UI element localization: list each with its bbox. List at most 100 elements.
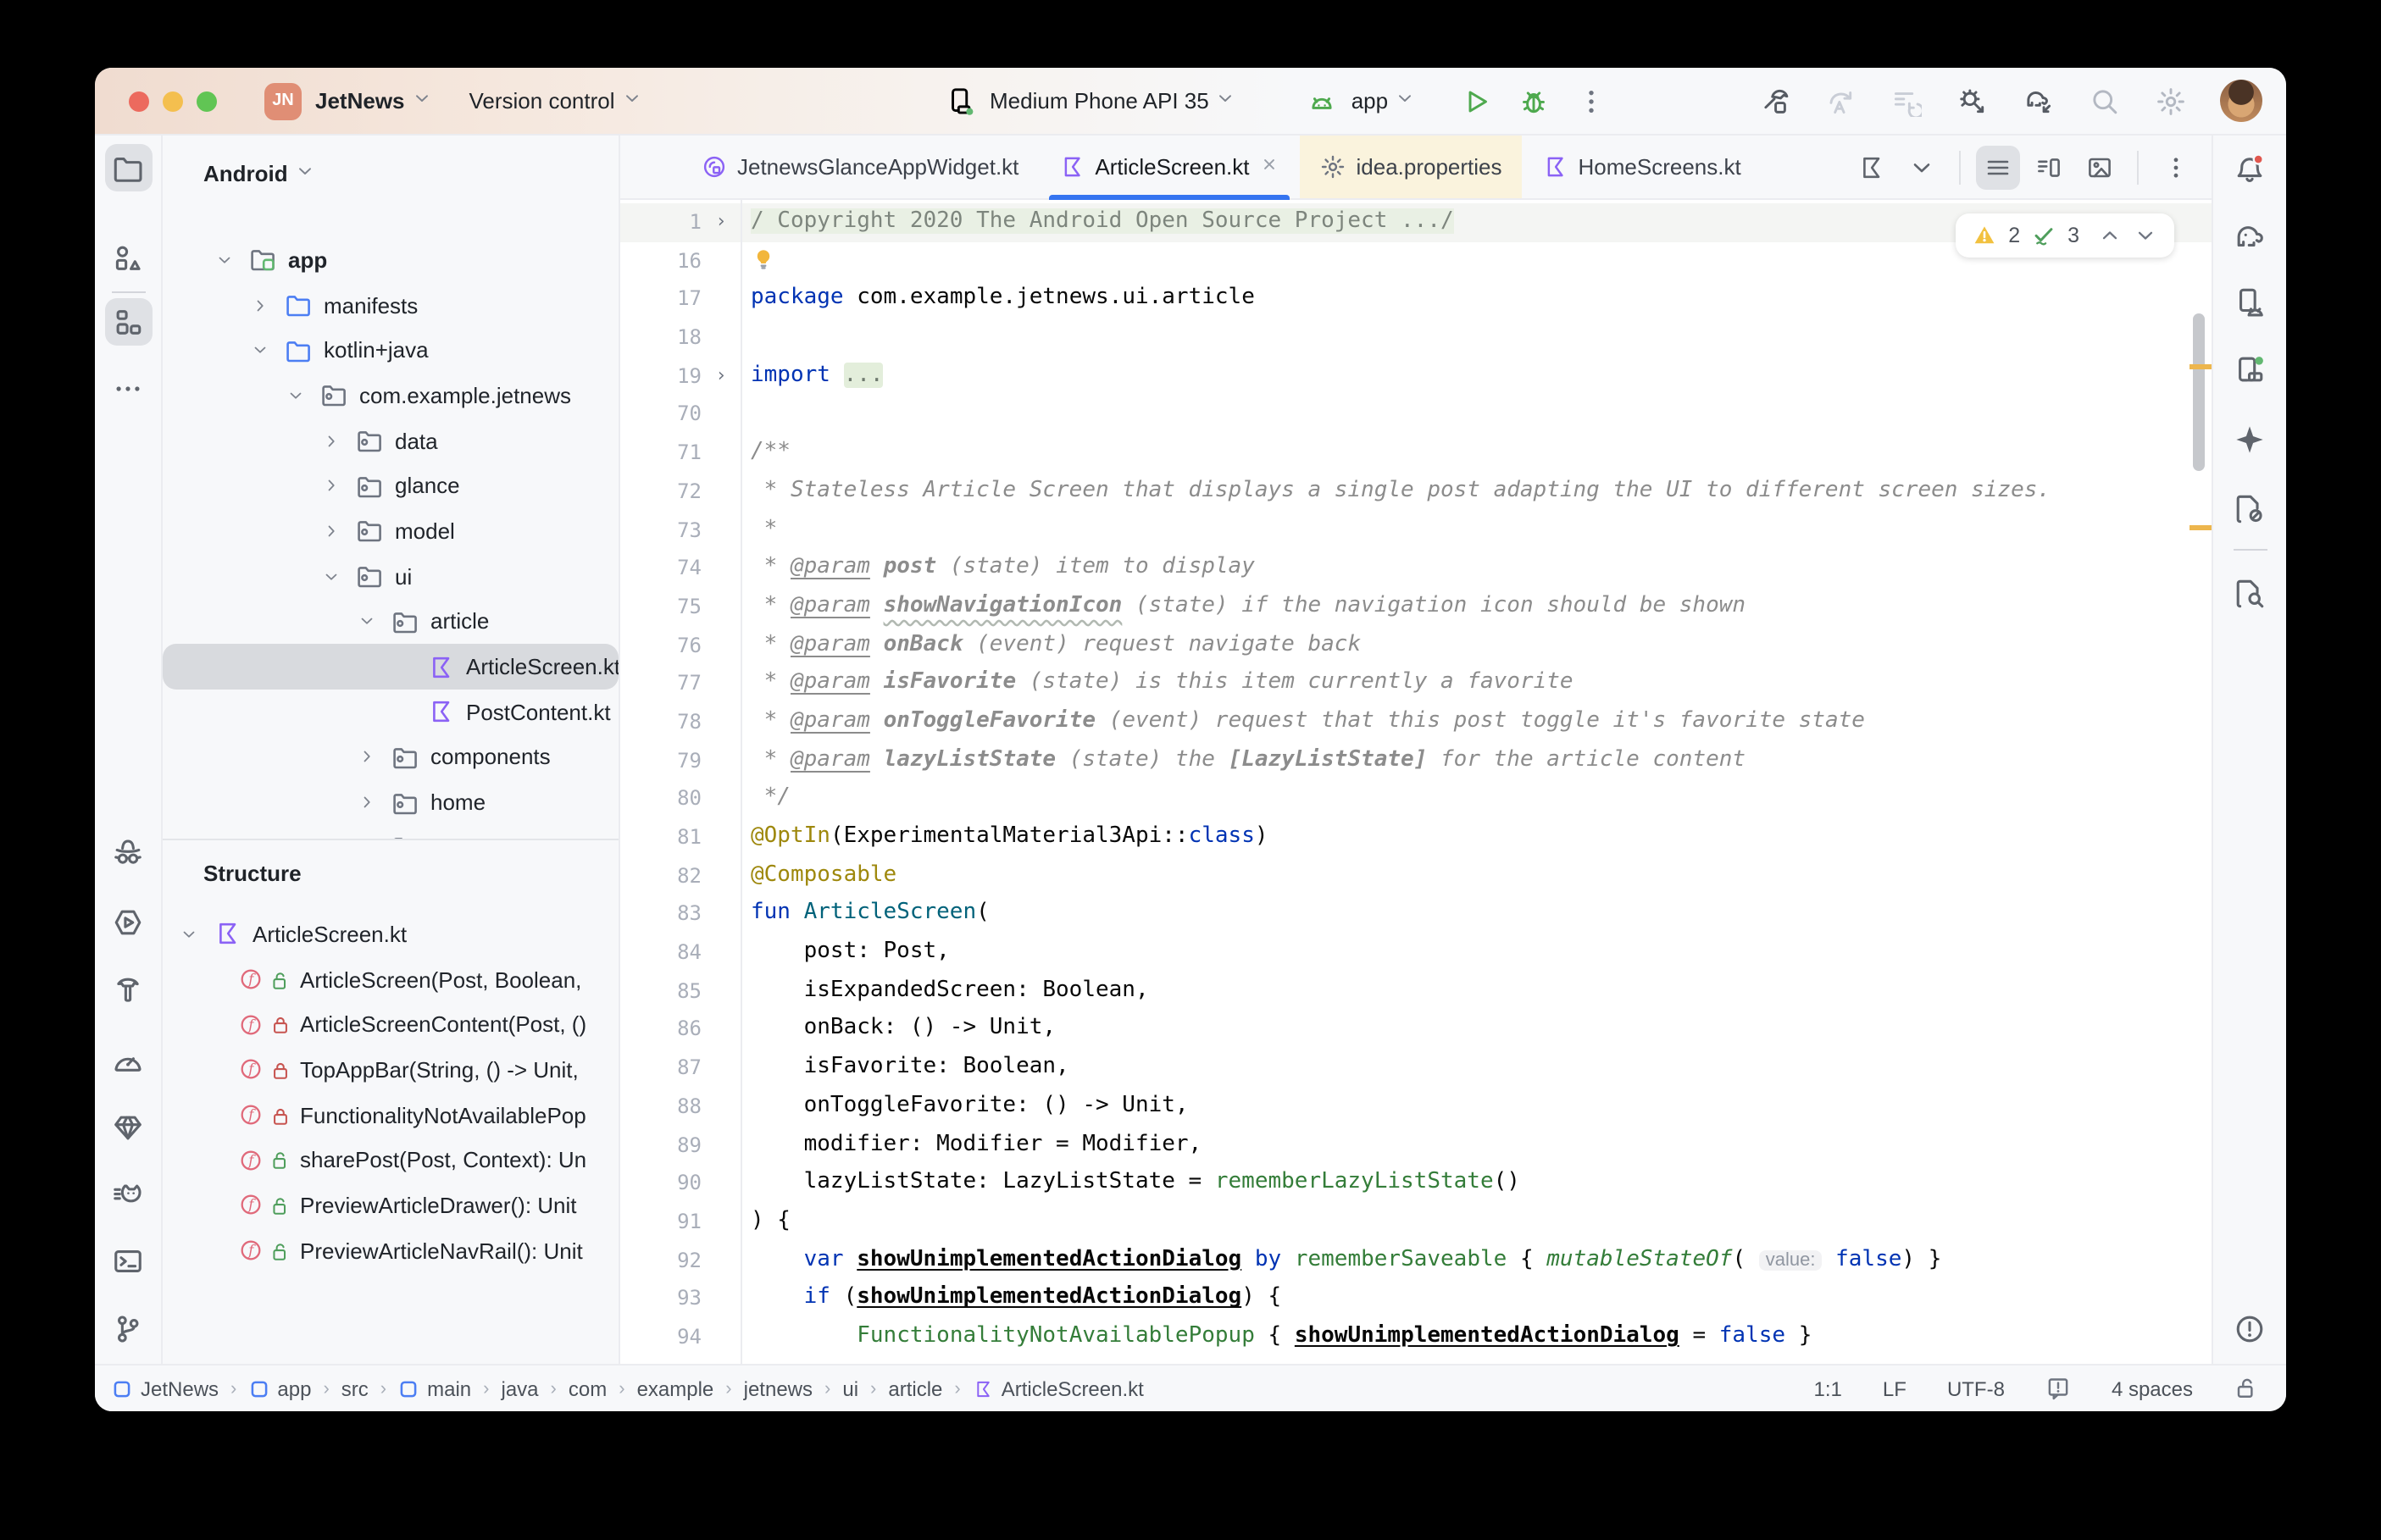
resource-manager-icon[interactable] — [104, 234, 152, 281]
build-hammer-icon[interactable] — [1751, 77, 1798, 125]
breadcrumb-item-main[interactable]: main — [398, 1377, 471, 1400]
line-number[interactable]: 85 — [620, 972, 702, 1011]
prev-problem-icon[interactable] — [2098, 224, 2122, 247]
editor-list-view-icon[interactable] — [1976, 145, 2020, 189]
code-line-73[interactable]: 73 * — [620, 511, 2212, 549]
preview-icon[interactable] — [2078, 145, 2122, 189]
code-line-72[interactable]: 72 * Stateless Article Screen that displ… — [620, 473, 2212, 511]
code-line-95[interactable]: 95 } — [620, 1356, 2212, 1364]
declarative-gradle-icon[interactable] — [2226, 485, 2273, 532]
notifications-icon[interactable] — [2226, 144, 2273, 191]
code-line-74[interactable]: 74 * @param post (state) item to display — [620, 549, 2212, 587]
code-line-84[interactable]: 84 post: Post, — [620, 933, 2212, 972]
code-line-93[interactable]: 93 if (showUnimplementedActionDialog) { — [620, 1280, 2212, 1318]
breadcrumb-item-app[interactable]: app — [248, 1377, 311, 1400]
more-tool-windows-icon[interactable] — [104, 364, 152, 412]
vcs-widget[interactable]: Version control — [469, 88, 642, 114]
zoom-window-button[interactable] — [197, 91, 217, 111]
search-icon[interactable] — [2081, 77, 2128, 125]
code-line-75[interactable]: 75 * @param showNavigationIcon (state) i… — [620, 588, 2212, 626]
code-line-71[interactable]: 71/** — [620, 434, 2212, 472]
line-number[interactable]: 88 — [620, 1088, 702, 1126]
structure-file-articlescreen-kt[interactable]: ArticleScreen.kt — [163, 911, 619, 956]
tree-item-kotlin-java[interactable]: kotlin+java — [163, 328, 619, 373]
caret-position[interactable]: 1:1 — [1814, 1377, 1842, 1400]
code-line-77[interactable]: 77 * @param isFavorite (state) is this i… — [620, 665, 2212, 703]
running-devices-icon[interactable] — [2226, 346, 2273, 393]
code-line-86[interactable]: 86 onBack: () -> Unit, — [620, 1011, 2212, 1049]
line-number[interactable]: 75 — [620, 588, 702, 626]
line-number[interactable]: 19 — [620, 357, 702, 396]
tree-item-partial[interactable] — [163, 825, 619, 839]
code-line-87[interactable]: 87 isFavorite: Boolean, — [620, 1049, 2212, 1087]
problems-icon[interactable] — [2226, 1305, 2273, 1352]
tab-idea-properties[interactable]: idea.properties — [1301, 136, 1523, 198]
line-number[interactable]: 80 — [620, 780, 702, 818]
line-number[interactable]: 74 — [620, 549, 702, 587]
app-inspection-icon[interactable] — [104, 828, 152, 876]
close-icon[interactable] — [1260, 154, 1280, 180]
editor-scrollbar[interactable] — [2193, 313, 2205, 471]
line-number[interactable]: 84 — [620, 933, 702, 972]
tree-item-components[interactable]: components — [163, 734, 619, 779]
redo-actions-icon[interactable] — [1817, 77, 1864, 125]
code-line-92[interactable]: 92 var showUnimplementedActionDialog by … — [620, 1241, 2212, 1279]
tab-homescreens-kt[interactable]: HomeScreens.kt — [1523, 136, 1762, 198]
device-manager-icon[interactable] — [2226, 278, 2273, 325]
find-in-file-icon[interactable] — [2226, 569, 2273, 617]
code-line-90[interactable]: 90 lazyListState: LazyListState = rememb… — [620, 1164, 2212, 1202]
code-line-76[interactable]: 76 * @param onBack (event) request navig… — [620, 626, 2212, 664]
next-problem-icon[interactable] — [2134, 224, 2157, 247]
structure-item-previewarticledrawer[interactable]: fPreviewArticleDrawer(): Unit — [163, 1183, 619, 1227]
line-number[interactable]: 87 — [620, 1049, 702, 1087]
breadcrumb-item-article[interactable]: article — [888, 1377, 942, 1400]
line-number[interactable]: 76 — [620, 626, 702, 664]
indent-setting[interactable]: 4 spaces — [2112, 1377, 2193, 1400]
avatar[interactable] — [2220, 80, 2262, 122]
tree-item-glance[interactable]: glance — [163, 463, 619, 508]
code-line-19[interactable]: 19›import ... — [620, 357, 2212, 396]
project-view-selector[interactable]: Android — [163, 136, 619, 210]
tree-item-app[interactable]: app — [163, 237, 619, 282]
code-line-18[interactable]: 18 — [620, 319, 2212, 357]
breadcrumb-item-com[interactable]: com — [569, 1377, 607, 1400]
tree-item-home[interactable]: home — [163, 780, 619, 825]
line-number[interactable]: 79 — [620, 741, 702, 779]
code-line-89[interactable]: 89 modifier: Modifier = Modifier, — [620, 1126, 2212, 1164]
close-window-button[interactable] — [129, 91, 149, 111]
structure-item-topappbar[interactable]: fTopAppBar(String, () -> Unit, — [163, 1047, 619, 1092]
version-control-tool-icon[interactable] — [104, 1305, 152, 1352]
restore-actions-icon[interactable] — [1883, 77, 1930, 125]
code-line-78[interactable]: 78 * @param onToggleFavorite (event) req… — [620, 703, 2212, 741]
breadcrumb-item-jetnews[interactable]: jetnews — [744, 1377, 813, 1400]
line-number[interactable]: 70 — [620, 396, 702, 434]
line-number[interactable]: 89 — [620, 1126, 702, 1164]
fold-marker-icon[interactable]: › — [702, 203, 741, 241]
structure-item-previewarticlenavrail[interactable]: fPreviewArticleNavRail(): Unit — [163, 1228, 619, 1273]
structure-item-articlescreencontent[interactable]: fArticleScreenContent(Post, () — [163, 1002, 619, 1047]
breadcrumb-item-src[interactable]: src — [341, 1377, 369, 1400]
tab-jetnewsglanceappwidget-kt[interactable]: JetnewsGlanceAppWidget.kt — [681, 136, 1039, 198]
structure-item-sharepost[interactable]: fsharePost(Post, Context): Un — [163, 1138, 619, 1183]
run-button[interactable] — [1452, 77, 1500, 125]
device-selector[interactable]: Medium Phone API 35 — [990, 88, 1236, 114]
file-writable-icon[interactable] — [2234, 1376, 2259, 1401]
line-number[interactable]: 77 — [620, 665, 702, 703]
tree-item-manifests[interactable]: manifests — [163, 282, 619, 327]
code-line-85[interactable]: 85 isExpandedScreen: Boolean, — [620, 972, 2212, 1011]
tree-item-articlescreen-kt[interactable]: ArticleScreen.kt — [163, 644, 619, 689]
structure-tool-icon[interactable] — [104, 298, 152, 346]
running-devices-tool-icon[interactable] — [104, 898, 152, 945]
breadcrumb-item-java[interactable]: java — [502, 1377, 539, 1400]
code-line-79[interactable]: 79 * @param lazyListState (state) the [L… — [620, 741, 2212, 779]
line-number[interactable]: 1 — [620, 203, 702, 241]
line-number[interactable]: 91 — [620, 1203, 702, 1241]
line-number[interactable]: 83 — [620, 895, 702, 933]
logcat-icon[interactable] — [104, 1171, 152, 1218]
highlighting-level-icon[interactable] — [2045, 1376, 2071, 1401]
gemini-icon[interactable] — [2226, 415, 2273, 463]
line-number[interactable]: 78 — [620, 703, 702, 741]
tree-item-com-example-jetnews[interactable]: com.example.jetnews — [163, 373, 619, 418]
code-editor[interactable]: 1›/ Copyright 2020 The Android Open Sour… — [620, 200, 2212, 1364]
gradle-icon[interactable] — [2226, 212, 2273, 259]
